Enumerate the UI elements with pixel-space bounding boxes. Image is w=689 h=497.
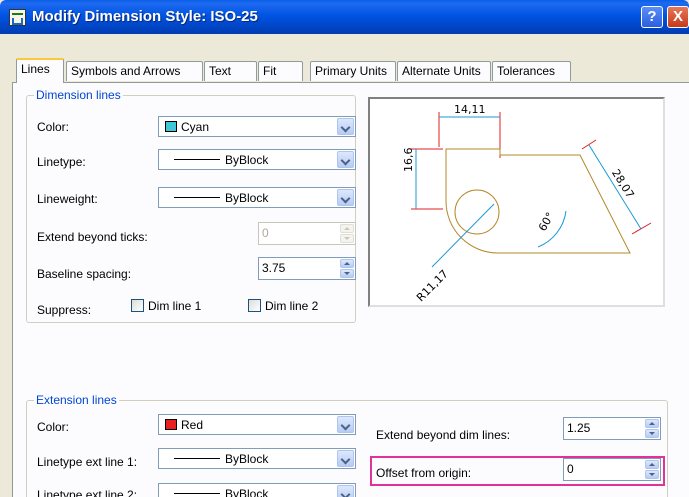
tab-symbols-and-arrows[interactable]: Symbols and Arrows [66,61,203,81]
dim-left-label: 16,6 [402,147,415,173]
dimension-preview: 14,11 16,6 28,07 60° R11,17 [368,97,665,307]
tab-fit[interactable]: Fit [258,61,303,81]
extend-ticks-value: 0 [262,226,269,240]
app-icon [9,9,26,26]
chevron-down-icon[interactable] [337,151,354,168]
extend-ticks-label: Extend beyond ticks: [37,230,148,244]
tab-text[interactable]: Text [204,61,257,81]
baseline-spacing-label: Baseline spacing: [37,267,132,281]
baseline-spacing-spinner[interactable]: 3.75 [258,257,356,280]
chevron-down-icon[interactable] [337,416,354,433]
extend-dim-value[interactable]: 1.25 [567,421,590,435]
offset-origin-value[interactable]: 0 [567,462,574,476]
part-hole [454,189,500,235]
red-swatch [165,419,177,430]
chevron-down-icon[interactable] [337,118,354,135]
ext-linetype2-label: Linetype ext line 2: [37,488,138,497]
dim-color-label: Color: [37,120,70,134]
help-button[interactable]: ? [641,6,663,28]
spin-up-icon[interactable] [645,460,659,469]
spin-up-icon [340,224,354,233]
suppress-label: Suppress: [37,303,92,317]
tab-alternate-units[interactable]: Alternate Units [397,61,491,81]
spinner-buttons[interactable] [645,419,659,438]
ext-linetype2-combo[interactable]: ByBlock [158,483,356,497]
ext-linetype1-label: Linetype ext line 1: [37,455,138,469]
ext-color-combo[interactable]: Red [158,414,356,435]
tab-primary-units[interactable]: Primary Units [310,61,396,81]
cyan-swatch [165,121,177,132]
part-outline [445,148,631,254]
dim-line2-checkbox[interactable] [248,299,261,312]
dim-linetype-combo[interactable]: ByBlock [158,149,356,170]
spinner-buttons[interactable] [645,460,659,479]
ext-color-value: Red [181,418,204,432]
spinner-buttons[interactable] [340,259,354,278]
spin-down-icon [340,234,354,243]
dim-linetype-label: Linetype: [37,155,86,169]
dim-lineweight-combo[interactable]: ByBlock [158,187,356,208]
baseline-spacing-value[interactable]: 3.75 [262,261,285,275]
dim-linetype-value: ByBlock [225,153,269,167]
offset-origin-label: Offset from origin: [376,466,472,480]
preview-drawing [411,112,652,268]
ext-line-right-bottom [631,222,652,235]
line-sample-icon [174,159,220,160]
extend-dim-spinner[interactable]: 1.25 [563,417,661,440]
dim-lineweight-label: Lineweight: [37,192,98,206]
window-title: Modify Dimension Style: ISO-25 [32,8,258,25]
chevron-down-icon[interactable] [337,189,354,206]
extend-dim-label: Extend beyond dim lines: [376,428,511,442]
tab-tolerances[interactable]: Tolerances [492,61,571,81]
spin-up-icon[interactable] [645,419,659,428]
spin-down-icon[interactable] [645,470,659,479]
spinner-buttons [340,224,354,243]
line-sample-icon [174,493,220,494]
line-sample-icon [174,197,220,198]
ext-line-right-top [581,139,597,150]
tab-lines[interactable]: Lines [16,58,64,83]
ext-linetype1-combo[interactable]: ByBlock [158,448,356,469]
ext-linetype2-value: ByBlock [225,487,269,497]
dim-line1-label[interactable]: Dim line 1 [148,299,201,313]
close-button[interactable]: X [667,6,689,28]
dim-line1-checkbox[interactable] [131,299,144,312]
extension-lines-title: Extension lines [34,393,119,407]
title-bar[interactable]: Modify Dimension Style: ISO-25 ? X [0,0,689,34]
dim-line-radius [431,203,495,268]
dim-color-value: Cyan [181,120,210,134]
chevron-down-icon[interactable] [337,485,354,497]
spin-up-icon[interactable] [340,259,354,268]
dim-top-label: 14,11 [454,103,486,116]
line-sample-icon [174,458,220,459]
ext-color-label: Color: [37,420,70,434]
dim-line2-label[interactable]: Dim line 2 [265,299,318,313]
extend-ticks-spinner: 0 [258,222,356,245]
dimension-lines-title: Dimension lines [34,88,123,102]
ext-linetype1-value: ByBlock [225,452,269,466]
spin-down-icon[interactable] [340,269,354,278]
chevron-down-icon[interactable] [337,450,354,467]
modify-dimension-style-dialog: Modify Dimension Style: ISO-25 ? X Lines… [0,0,689,497]
dim-color-combo[interactable]: Cyan [158,116,356,137]
dim-lineweight-value: ByBlock [225,191,269,205]
offset-origin-spinner[interactable]: 0 [563,458,661,481]
spin-down-icon[interactable] [645,429,659,438]
